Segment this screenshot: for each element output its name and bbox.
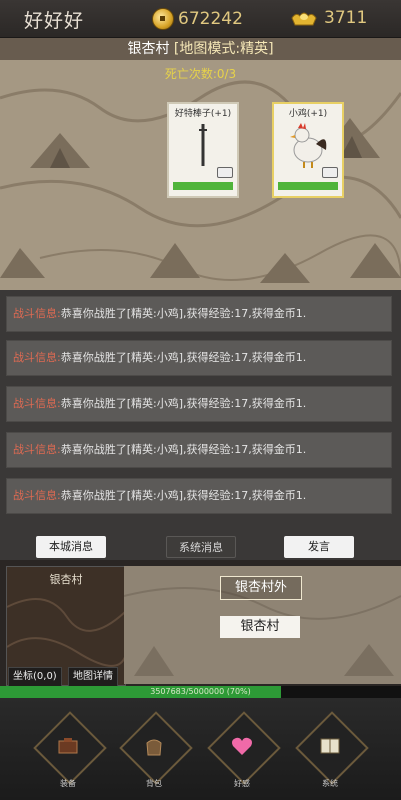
- log-tag: 战斗信息:: [13, 397, 61, 410]
- nav-label: 系统: [322, 779, 338, 788]
- ingot-amount: 3711: [324, 8, 368, 28]
- log-text: 恭喜你战胜了[精英:小鸡],获得经验:17,获得金币1.: [60, 443, 307, 456]
- location-button-current[interactable]: 银杏村: [220, 616, 300, 638]
- nav-label: 装备: [60, 779, 76, 788]
- coin-icon: [152, 8, 174, 30]
- log-tag: 战斗信息:: [13, 489, 61, 502]
- map-name: 银杏村: [127, 41, 170, 57]
- card-tag-icon: [217, 167, 233, 178]
- log-tag: 战斗信息:: [13, 307, 61, 320]
- log-text: 恭喜你战胜了[精英:小鸡],获得经验:17,获得金币1.: [60, 489, 307, 502]
- bottom-nav: 装备 背包 好感 系统: [0, 698, 401, 800]
- death-count: 死亡次数:0/3: [164, 67, 237, 81]
- card-label: 小鸡(+1): [288, 109, 328, 119]
- nav-bag[interactable]: 背包: [118, 711, 193, 792]
- minimap-title: 银杏村: [49, 573, 83, 586]
- log-item: 战斗信息:恭喜你战胜了[精英:小鸡],获得经验:17,获得金币1.: [6, 478, 392, 514]
- nav-label: 背包: [146, 779, 162, 788]
- log-tag: 战斗信息:: [13, 443, 61, 456]
- exp-text: 3507683/5000000 (70%): [150, 687, 251, 696]
- log-text: 恭喜你战胜了[精英:小鸡],获得经验:17,获得金币1.: [60, 397, 307, 410]
- card-tag-icon: [322, 167, 338, 178]
- book-icon: [320, 738, 340, 754]
- card-label: 好特棒子(+1): [174, 109, 232, 119]
- log-item: 战斗信息:恭喜你战胜了[精英:小鸡],获得经验:17,获得金币1.: [6, 296, 392, 332]
- monster-card-chicken[interactable]: 小鸡(+1): [272, 102, 344, 198]
- speak-button[interactable]: 发言: [284, 536, 354, 558]
- player-name: 好好好: [24, 10, 85, 32]
- log-item: 战斗信息:恭喜你战胜了[精英:小鸡],获得经验:17,获得金币1.: [6, 432, 392, 468]
- nav-system[interactable]: 系统: [294, 711, 369, 792]
- nav-affection[interactable]: 好感: [206, 711, 281, 792]
- log-text: 恭喜你战胜了[精英:小鸡],获得经验:17,获得金币1.: [60, 351, 307, 364]
- equipment-icon: [58, 738, 78, 754]
- top-bar: 好好好 672242 3711: [0, 0, 401, 38]
- nav-label: 好感: [234, 779, 250, 788]
- chicken-icon: [290, 123, 327, 168]
- ingot-display: 3711: [290, 8, 367, 28]
- gold-amount: 672242: [178, 9, 243, 29]
- location-panel: 银杏村外 银杏村: [124, 566, 401, 684]
- stick-icon: [199, 124, 207, 166]
- log-tag: 战斗信息:: [13, 351, 61, 364]
- gold-ingot-icon: [291, 12, 317, 26]
- log-item: 战斗信息:恭喜你战胜了[精英:小鸡],获得经验:17,获得金币1.: [6, 340, 392, 376]
- heart-icon: [232, 737, 252, 755]
- nav-equipment[interactable]: 装备: [32, 711, 107, 792]
- log-text: 恭喜你战胜了[精英:小鸡],获得经验:17,获得金币1.: [60, 307, 307, 320]
- location-button-outside[interactable]: 银杏村外: [220, 576, 302, 600]
- map-title-bar: 银杏村 [地图模式:精英]: [0, 38, 401, 60]
- log-item: 战斗信息:恭喜你战胜了[精英:小鸡],获得经验:17,获得金币1.: [6, 386, 392, 422]
- card-hp-bar: [278, 182, 338, 190]
- battle-log-panel: 战斗信息:恭喜你战胜了[精英:小鸡],获得经验:17,获得金币1. 战斗信息:恭…: [0, 290, 401, 560]
- monster-card-stick[interactable]: 好特棒子(+1): [167, 102, 239, 198]
- map-details-button[interactable]: 地图详情: [68, 667, 118, 687]
- map-area: 银杏村 [地图模式:精英] 死亡次数:0/3 好特棒子(+1) 小鸡(+1): [0, 38, 401, 290]
- map-mode: [地图模式:精英]: [173, 41, 274, 57]
- exp-bar: 3507683/5000000 (70%): [0, 686, 401, 698]
- gold-display: 672242: [152, 8, 243, 30]
- bag-icon: [146, 739, 162, 756]
- tab-system-messages[interactable]: 系统消息: [166, 536, 236, 558]
- coordinates-label: 坐标(0,0): [8, 667, 62, 687]
- card-hp-bar: [173, 182, 233, 190]
- message-tabs: 本城消息 系统消息 发言: [0, 536, 401, 558]
- tab-city-messages[interactable]: 本城消息: [36, 536, 106, 558]
